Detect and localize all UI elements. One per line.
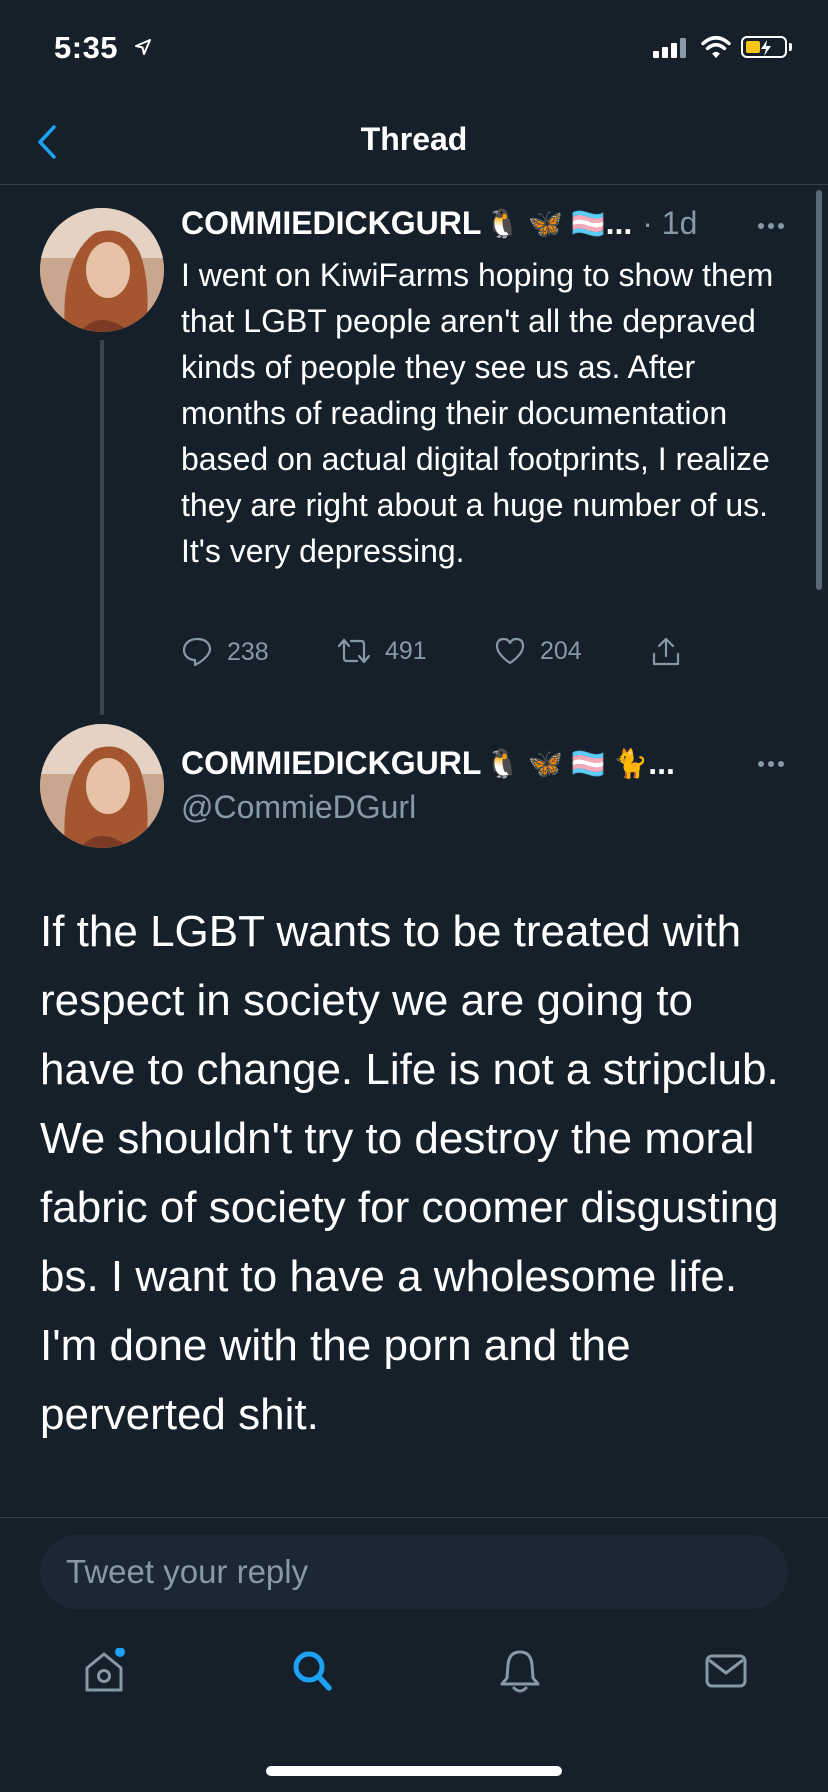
wifi-icon bbox=[701, 36, 731, 58]
home-indicator[interactable] bbox=[266, 1766, 562, 1776]
messages-icon[interactable] bbox=[704, 1648, 748, 1694]
focused-tweet-text: If the LGBT wants to be treated with res… bbox=[40, 907, 779, 1439]
tweet-time[interactable]: · 1d bbox=[642, 205, 697, 242]
share-icon bbox=[652, 637, 680, 666]
retweet-button[interactable]: 491 bbox=[337, 636, 427, 666]
name-emojis: 🐧 🦋 🏳️‍⚧️ 🐈 bbox=[485, 748, 649, 779]
signal-icon bbox=[653, 38, 687, 58]
more-options-icon[interactable] bbox=[757, 760, 785, 768]
more-options-icon[interactable] bbox=[757, 222, 785, 230]
display-name[interactable]: COMMIEDICKGURL bbox=[181, 205, 481, 242]
reply-count: 238 bbox=[227, 637, 269, 666]
display-name[interactable]: COMMIEDICKGURL bbox=[181, 745, 481, 782]
name-ellipsis: ... bbox=[648, 745, 675, 781]
thread-connector-line bbox=[100, 340, 104, 715]
home-icon[interactable] bbox=[82, 1648, 126, 1694]
share-button[interactable] bbox=[650, 636, 696, 668]
avatar[interactable] bbox=[40, 208, 164, 332]
user-handle[interactable]: @CommieDGurl bbox=[181, 789, 416, 826]
heart-icon bbox=[495, 637, 525, 665]
reply-button[interactable]: 238 bbox=[181, 636, 269, 668]
battery-icon bbox=[741, 36, 787, 58]
retweet-count: 491 bbox=[385, 636, 427, 665]
avatar[interactable] bbox=[40, 724, 164, 848]
battery-tip bbox=[789, 43, 792, 51]
tweet-text: I went on KiwiFarms hoping to show them … bbox=[181, 257, 774, 569]
status-time: 5:35 bbox=[54, 30, 119, 65]
like-button[interactable]: 204 bbox=[494, 636, 582, 666]
like-count: 204 bbox=[540, 636, 582, 665]
tweet-header: COMMIEDICKGURL 🐧 🦋 🏳️‍⚧️ ... · 1d bbox=[181, 205, 697, 242]
page-title: Thread bbox=[360, 121, 468, 157]
reply-input[interactable]: Tweet your reply bbox=[40, 1535, 788, 1609]
tweet-actions: 238 491 204 bbox=[181, 636, 741, 676]
scroll-indicator[interactable] bbox=[816, 190, 822, 590]
name-ellipsis: ... bbox=[605, 205, 633, 241]
tweet-header: COMMIEDICKGURL 🐧 🦋 🏳️‍⚧️ 🐈 ... bbox=[181, 745, 675, 782]
retweet-icon bbox=[337, 638, 371, 664]
location-arrow-icon bbox=[135, 39, 151, 55]
notifications-icon[interactable] bbox=[498, 1648, 542, 1694]
search-icon[interactable] bbox=[290, 1648, 334, 1694]
divider bbox=[0, 1517, 828, 1518]
name-emojis: 🐧 🦋 🏳️‍⚧️ bbox=[485, 208, 606, 239]
reply-icon bbox=[182, 637, 212, 667]
